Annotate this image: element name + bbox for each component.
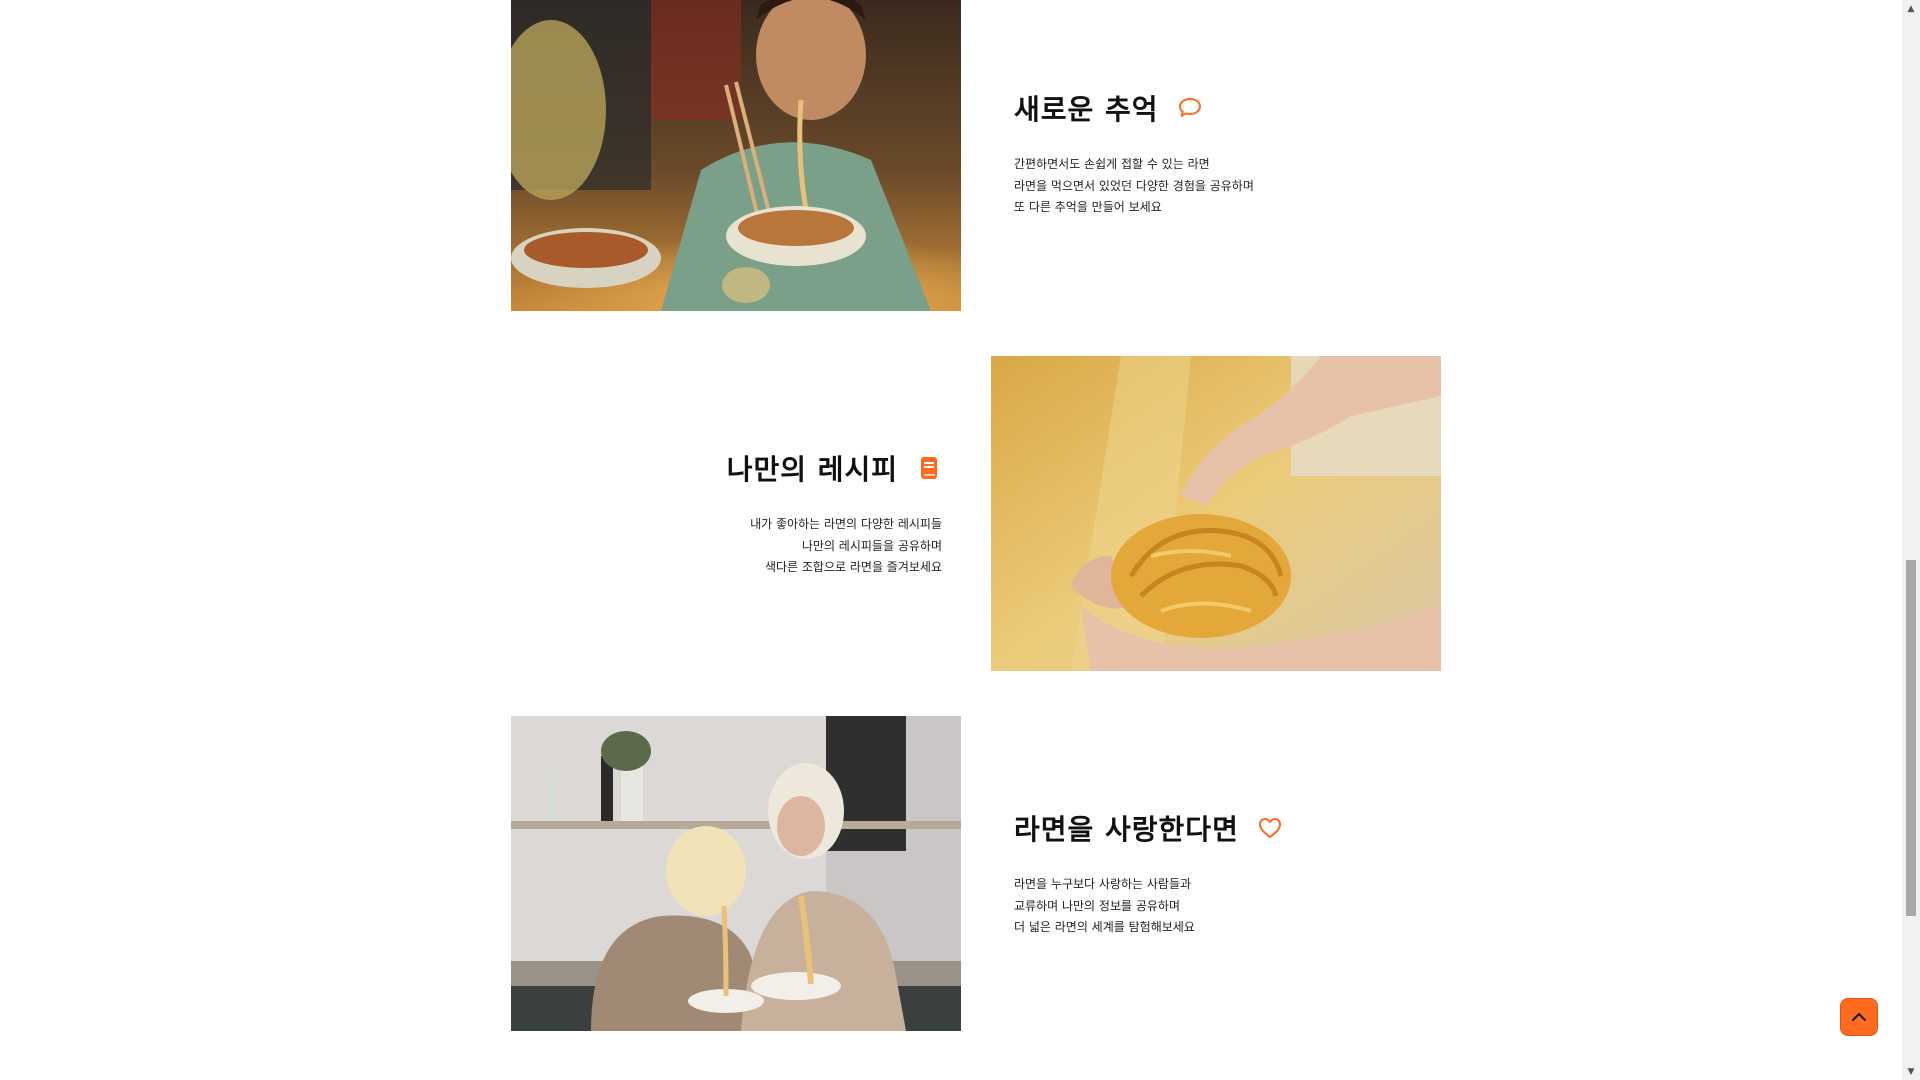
women-eating-noodles-photo — [511, 716, 961, 1031]
feature-description: 내가 좋아하는 라면의 다양한 레시피들 나만의 레시피들을 공유하며 색다른 … — [750, 517, 942, 574]
feature-my-recipe: 나만의 레시피 내가 좋아하는 라면의 다양한 레시피들 나만의 레시피들을 공… — [727, 448, 942, 579]
speech-bubble-icon — [1177, 95, 1203, 121]
feature-new-memories: 새로운 추억 간편하면서도 손쉽게 접할 수 있는 라면 라면을 먹으면서 있었… — [1014, 88, 1254, 219]
book-icon — [916, 455, 942, 481]
feature-title: 새로운 추억 — [1014, 88, 1254, 128]
scroll-up-arrow-icon[interactable]: ▲ — [1902, 0, 1920, 17]
feature-love-ramen: 라면을 사랑한다면 라면을 누구보다 사랑하는 사람들과 교류하며 나만의 정보… — [1014, 808, 1283, 939]
back-to-top-button[interactable] — [1840, 998, 1878, 1036]
chevron-up-icon — [1852, 1013, 1866, 1021]
feature-title: 나만의 레시피 — [727, 448, 942, 488]
scroll-down-arrow-icon[interactable]: ▼ — [1902, 1063, 1920, 1080]
fresh-noodles-photo — [991, 356, 1441, 671]
scrollbar-thumb[interactable] — [1906, 560, 1916, 916]
heart-icon — [1257, 815, 1283, 841]
vertical-scrollbar[interactable]: ▲ ▼ — [1902, 0, 1920, 1080]
feature-description: 간편하면서도 손쉽게 접할 수 있는 라면 라면을 먹으면서 있었던 다양한 경… — [1014, 157, 1254, 214]
ramen-eating-photo — [511, 0, 961, 311]
feature-description: 라면을 누구보다 사랑하는 사람들과 교류하며 나만의 정보를 공유하며 더 넓… — [1014, 877, 1195, 934]
feature-title: 라면을 사랑한다면 — [1014, 808, 1283, 848]
